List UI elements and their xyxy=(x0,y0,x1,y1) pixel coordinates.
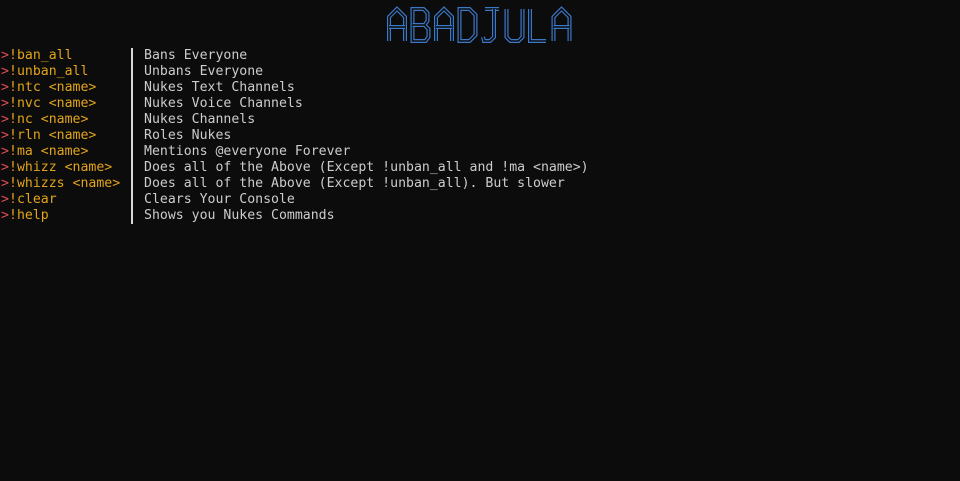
command-description: Mentions @everyone Forever xyxy=(144,144,351,159)
command-name: !clear xyxy=(9,192,57,207)
command-row: > !whizz <name> Does all of the Above (E… xyxy=(0,160,960,176)
command-name: !whizz <name> xyxy=(9,160,113,175)
banner-letter xyxy=(434,6,454,41)
command-name: !unban_all xyxy=(9,64,89,79)
command-name: !ntc <name> xyxy=(9,80,97,95)
command-description: Shows you Nukes Commands xyxy=(144,208,335,223)
command-row: > !help Shows you Nukes Commands xyxy=(0,208,960,224)
command-description: Does all of the Above (Except !unban_all… xyxy=(144,160,589,175)
command-description: Nukes Text Channels xyxy=(144,80,295,95)
command-row: > !nc <name> Nukes Channels xyxy=(0,112,960,128)
prompt-symbol: > xyxy=(1,192,9,207)
command-row: > !rln <name> Roles Nukes xyxy=(0,128,960,144)
console-empty-area[interactable] xyxy=(0,230,960,481)
command-description: Clears Your Console xyxy=(144,192,295,207)
command-description: Unbans Everyone xyxy=(144,64,264,79)
prompt-symbol: > xyxy=(1,112,9,127)
command-name: !ban_all xyxy=(9,48,73,63)
banner-letter xyxy=(410,7,431,43)
banner-letter xyxy=(387,6,407,41)
command-row: > !nvc <name> Nukes Voice Channels xyxy=(0,96,960,112)
command-description: Nukes Channels xyxy=(144,112,256,127)
ascii-banner-logo xyxy=(0,3,960,45)
banner-letter xyxy=(457,7,478,43)
command-description: Bans Everyone xyxy=(144,48,248,63)
prompt-symbol: > xyxy=(1,128,9,143)
prompt-symbol: > xyxy=(1,208,9,223)
banner-letter xyxy=(528,9,546,43)
command-name: !help xyxy=(9,208,49,223)
prompt-symbol: > xyxy=(1,96,9,111)
command-row: > !ban_all Bans Everyone xyxy=(0,48,960,64)
banner-letter xyxy=(481,7,499,43)
column-divider xyxy=(131,48,133,224)
prompt-symbol: > xyxy=(1,176,9,191)
prompt-symbol: > xyxy=(1,64,9,79)
banner-logo-art xyxy=(387,6,572,43)
command-row: > !whizzs <name> Does all of the Above (… xyxy=(0,176,960,192)
command-name: !nc <name> xyxy=(9,112,89,127)
command-row: > !unban_all Unbans Everyone xyxy=(0,64,960,80)
command-name: !rln <name> xyxy=(9,128,97,143)
banner-letter xyxy=(551,6,572,41)
command-description: Nukes Voice Channels xyxy=(144,96,303,111)
command-row: > !clear Clears Your Console xyxy=(0,192,960,208)
prompt-symbol: > xyxy=(1,144,9,159)
command-name: !ma <name> xyxy=(9,144,89,159)
command-list: > !ban_all Bans Everyone > !unban_all Un… xyxy=(0,48,960,224)
command-description: Roles Nukes xyxy=(144,128,232,143)
command-name: !nvc <name> xyxy=(9,96,97,111)
command-name: !whizzs <name> xyxy=(9,176,121,191)
command-description: Does all of the Above (Except !unban_all… xyxy=(144,176,565,191)
command-row: > !ma <name> Mentions @everyone Forever xyxy=(0,144,960,160)
command-row: > !ntc <name> Nukes Text Channels xyxy=(0,80,960,96)
banner-letter xyxy=(504,9,525,43)
prompt-symbol: > xyxy=(1,160,9,175)
prompt-symbol: > xyxy=(1,48,9,63)
prompt-symbol: > xyxy=(1,80,9,95)
